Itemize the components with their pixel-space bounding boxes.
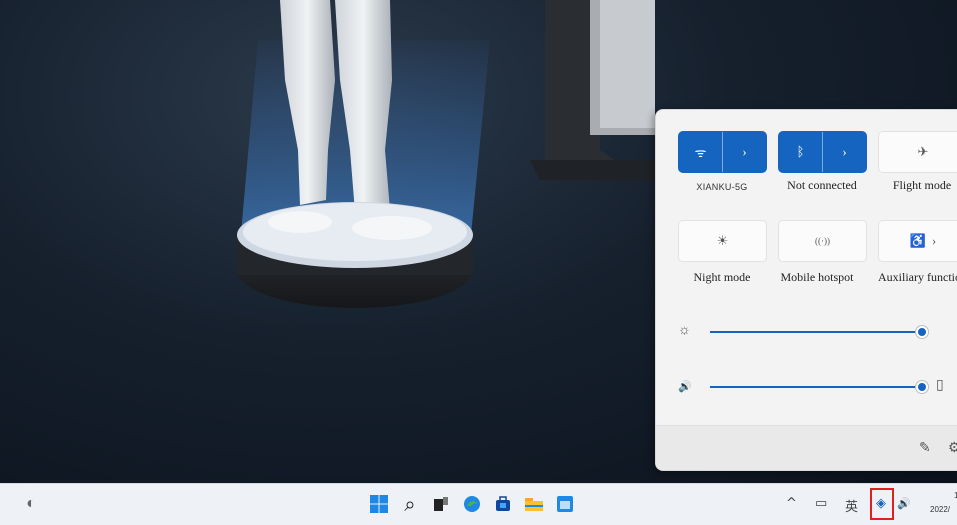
task-view-icon [434,497,448,511]
night-mode-tile[interactable]: ☀ [678,220,767,262]
volume-tray-icon[interactable]: 🔊 [897,497,911,510]
clock-date: 2022/ [930,505,951,514]
bluetooth-tile[interactable]: ᛒ › [778,131,867,173]
mobile-hotspot-tile-label: Mobile hotspot [780,270,854,284]
taskbar-clock[interactable]: 1 2022/ [930,489,957,517]
edit-pencil-icon[interactable]: ✎ [919,440,931,457]
edge-browser-button[interactable] [461,493,483,515]
clock-time: 1 [954,491,957,500]
flight-mode-tile-label: Flight mode [892,178,952,192]
bluetooth-tile-label: Not connected [787,178,857,192]
airplane-icon: ✈ [917,144,929,159]
accessibility-icon: ♿ [909,233,926,248]
speaker-icon[interactable]: 🔊 [678,380,692,393]
volume-slider-track[interactable] [710,381,928,393]
night-mode-tile-label: Night mode [693,270,751,284]
accessibility-tile-label: Auxiliary function [878,270,957,284]
accessibility-tile[interactable]: ♿ › [878,220,957,262]
hotspot-icon: ((·)) [815,236,830,246]
accessibility-expand-chevron-icon[interactable]: › [932,233,936,249]
brightness-slider-track[interactable] [710,326,928,338]
quick-settings-footer: ✎ ⚙ [656,425,957,470]
sun-icon: ☼ [678,323,691,338]
volume-slider-thumb[interactable] [916,381,928,393]
audio-device-icon[interactable]: ▯ [936,377,944,394]
night-light-icon: ☀ [716,233,729,248]
volume-slider-row: 🔊 ▯ [678,377,957,397]
highlight-annotation-box [870,488,894,520]
flight-mode-tile[interactable]: ✈ [878,131,957,173]
start-button[interactable] [368,493,390,515]
volume-slider-fill [710,386,922,388]
file-explorer-button[interactable] [523,493,545,515]
search-icon[interactable]: ⌕ [399,492,421,516]
brightness-slider-thumb[interactable] [916,326,928,338]
brightness-slider-fill [710,331,922,333]
mobile-hotspot-tile[interactable]: ((·)) [778,220,867,262]
wifi-expand-chevron-icon[interactable]: › [722,132,766,172]
touch-keyboard-icon[interactable]: ▭ [815,496,827,511]
task-view-button[interactable] [430,493,452,515]
settings-gear-icon[interactable]: ⚙ [948,440,957,457]
show-hidden-icons-chevron-icon[interactable]: ^ [786,496,797,511]
widgets-icon[interactable]: ◐ [20,493,42,515]
brightness-slider-row: ☼ [678,322,957,342]
quick-settings-panel: ᯤ › XIANKU-5G ᛒ › Not connected ✈ Flight… [655,109,957,471]
bluetooth-expand-chevron-icon[interactable]: › [822,132,866,172]
bluetooth-icon[interactable]: ᛒ [779,132,822,172]
wifi-icon[interactable]: ᯤ [679,132,722,172]
wifi-tile-label: XIANKU-5G [696,182,748,192]
windows-logo-icon [370,495,388,513]
edge-icon [464,496,480,512]
folder-icon [525,498,543,511]
wifi-tile[interactable]: ᯤ › [678,131,767,173]
pinned-app-button[interactable] [554,493,576,515]
input-method-indicator[interactable]: 英 [845,496,858,515]
calendar-app-icon [557,496,573,512]
taskbar: ◐ ⌕ ^ ▭ 英 ◈ 🔊 1 2022/ [0,483,957,525]
store-button[interactable] [492,493,514,515]
store-icon [496,496,510,511]
